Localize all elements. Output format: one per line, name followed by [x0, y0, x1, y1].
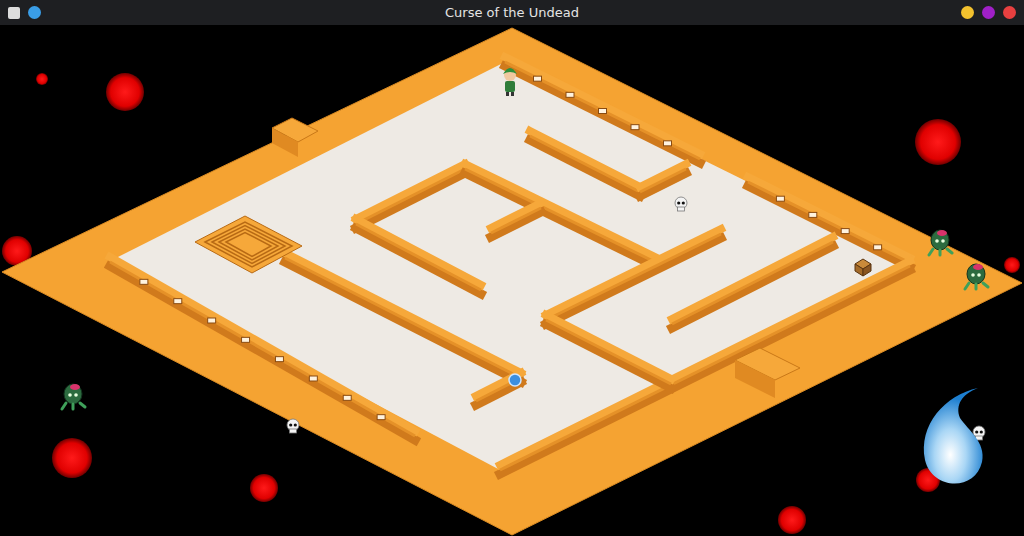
skull-icon[interactable]	[287, 419, 299, 433]
wall-window	[631, 125, 639, 130]
wall-window	[664, 141, 672, 146]
zombie-icon[interactable]	[929, 230, 952, 255]
title-bar: Curse of the Undead	[0, 0, 1024, 25]
skull-icon[interactable]	[675, 197, 687, 211]
maze-wall	[356, 219, 481, 294]
maze-wall	[491, 203, 541, 237]
wall-window	[343, 395, 351, 400]
wall-window	[275, 357, 283, 362]
blood-blob	[52, 438, 92, 478]
app-icon[interactable]	[28, 6, 41, 19]
wall-window	[566, 92, 574, 97]
blood-blob	[106, 73, 144, 111]
wall-window	[242, 337, 250, 342]
wall-window	[599, 109, 607, 114]
game-canvas[interactable]	[0, 25, 1024, 536]
maze-wall	[530, 131, 640, 196]
maze-wall	[546, 315, 671, 388]
maze-wall	[748, 177, 910, 267]
window-title: Curse of the Undead	[94, 0, 930, 25]
wall-window	[377, 415, 385, 420]
wall-window	[309, 376, 317, 381]
wall-window	[874, 245, 882, 250]
blood-blob	[1004, 257, 1020, 273]
game-window: Curse of the Undead	[0, 0, 1024, 536]
maze-wall	[500, 261, 910, 474]
wall-window	[841, 229, 849, 234]
player-icon[interactable]	[503, 68, 517, 96]
maximize-button[interactable]	[982, 6, 995, 19]
maze-wall	[356, 164, 465, 228]
maze-wall	[465, 164, 655, 266]
minimize-button[interactable]	[961, 6, 974, 19]
maze-wall	[672, 237, 833, 328]
blood-blob	[915, 119, 961, 165]
zombie-icon[interactable]	[62, 384, 85, 409]
wall-window	[140, 279, 148, 284]
x-app-icon	[8, 7, 20, 19]
wall-window	[776, 196, 784, 201]
maze-wall	[285, 253, 521, 382]
blood-blob	[778, 506, 806, 534]
maze-wall	[476, 373, 521, 405]
stairs[interactable]	[195, 216, 302, 273]
blood-blob	[250, 474, 278, 502]
wall-window	[809, 212, 817, 217]
zombie-icon[interactable]	[965, 264, 988, 289]
wall-window	[174, 299, 182, 304]
magic-orb-icon[interactable]	[509, 374, 521, 386]
close-button[interactable]	[1003, 6, 1016, 19]
maze-wall	[640, 164, 686, 196]
blue-flame-icon	[924, 388, 983, 484]
chest-icon[interactable]	[855, 259, 871, 276]
blood-blob	[36, 73, 48, 85]
maze-wall	[110, 257, 415, 440]
wall-window	[208, 318, 216, 323]
wall-window	[534, 76, 542, 81]
